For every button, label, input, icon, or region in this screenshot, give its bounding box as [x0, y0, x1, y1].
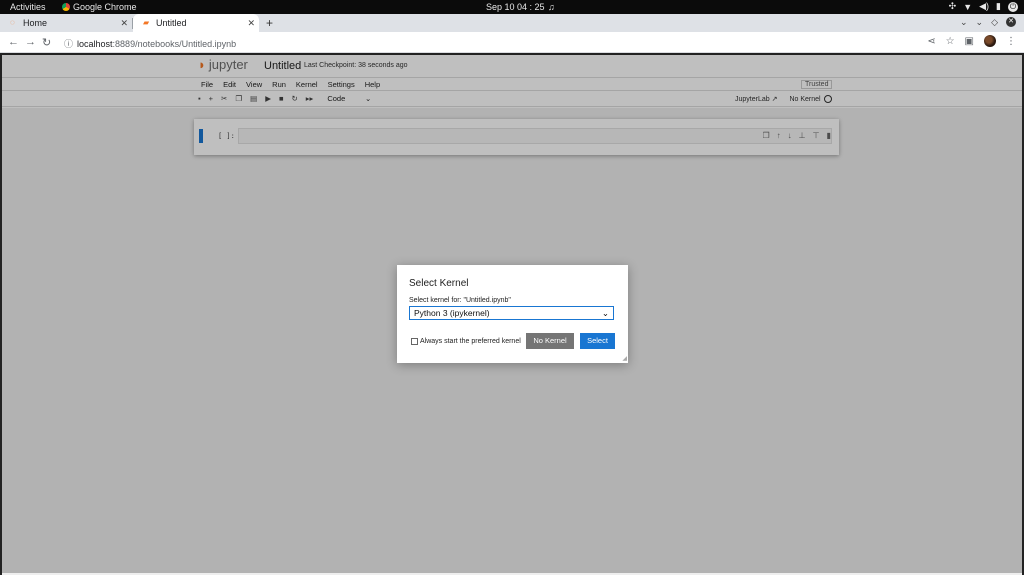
site-info-icon: ⓘ	[64, 39, 74, 49]
share-icon[interactable]: ⋖	[927, 36, 935, 47]
browser-actions: ⋖ ☆ ▣ ⋮	[927, 35, 1016, 47]
notebook-favicon-icon: ▰	[143, 18, 150, 27]
checkbox-box[interactable]	[411, 338, 418, 345]
minimize-icon[interactable]: ⌄	[976, 17, 984, 28]
chevron-down-icon: ⌄	[601, 307, 609, 318]
tab-label: Untitled	[156, 18, 187, 28]
new-tab-button[interactable]: +	[266, 16, 273, 30]
system-top-bar: Activities Google Chrome Sep 10 04 : 25 …	[0, 0, 1024, 14]
tab-search-icon[interactable]: ⌄	[960, 17, 968, 28]
close-tab-icon[interactable]: ✕	[120, 18, 128, 29]
tab-label: Home	[23, 18, 48, 28]
address-bar: ← → ↻ ⓘ localhost:8889/notebooks/Untitle…	[0, 32, 1024, 53]
dialog-title: Select Kernel	[409, 278, 469, 289]
tab-strip: ◌ Home ✕ ▰ Untitled ✕ + ⌄ ⌄ ◇ ✕	[0, 14, 1024, 32]
url-path: :8889/notebooks/Untitled.ipynb	[112, 38, 237, 49]
back-icon[interactable]: ←	[8, 36, 19, 48]
jupyter-favicon-icon: ◌	[10, 18, 15, 27]
select-kernel-dialog: Select Kernel Select kernel for: "Untitl…	[397, 265, 628, 363]
app-menu[interactable]: Google Chrome	[62, 2, 137, 12]
url-field[interactable]: ⓘ localhost:8889/notebooks/Untitled.ipyn…	[64, 37, 236, 50]
activities-button[interactable]: Activities	[10, 2, 46, 12]
checkbox-label: Always start the preferred kernel	[420, 338, 521, 345]
url-host: localhost	[77, 38, 113, 49]
no-kernel-button[interactable]: No Kernel	[526, 333, 574, 349]
chrome-icon	[62, 3, 70, 11]
preferred-kernel-checkbox[interactable]: Always start the preferred kernel	[411, 338, 521, 345]
app-name: Google Chrome	[73, 2, 137, 12]
bookmark-star-icon[interactable]: ☆	[946, 36, 955, 47]
battery-icon: ▮	[996, 1, 1001, 11]
kernel-select-value: Python 3 (ipykernel)	[414, 308, 490, 318]
window-controls: ⌄ ⌄ ◇ ✕	[960, 17, 1016, 28]
close-tab-icon[interactable]: ✕	[247, 18, 255, 29]
forward-icon[interactable]: →	[25, 36, 36, 48]
sidepanel-icon[interactable]: ▣	[965, 36, 974, 47]
select-button[interactable]: Select	[580, 333, 615, 349]
avatar[interactable]	[984, 35, 996, 47]
tab-untitled[interactable]: ▰ Untitled ✕	[133, 14, 259, 32]
wifi-icon: ▼	[963, 1, 973, 12]
system-tray[interactable]: ✣ ▼ ◀) ▮ ⏻	[949, 1, 1018, 12]
restore-icon[interactable]: ◇	[991, 17, 998, 28]
volume-icon: ◀)	[979, 1, 990, 11]
tab-home[interactable]: ◌ Home ✕	[0, 14, 132, 32]
close-window-icon[interactable]: ✕	[1006, 17, 1016, 27]
resize-handle-icon[interactable]: ◢	[622, 355, 627, 362]
power-icon: ⏻	[1008, 1, 1018, 12]
reload-icon[interactable]: ↻	[42, 36, 51, 49]
kernel-select-label: Select kernel for: "Untitled.ipynb"	[409, 297, 511, 304]
network-icon: ✣	[948, 1, 957, 11]
notification-bell-icon: ♫	[548, 2, 555, 12]
menu-kebab-icon[interactable]: ⋮	[1006, 36, 1016, 47]
clock[interactable]: Sep 10 04 : 25	[486, 2, 545, 12]
kernel-select[interactable]: Python 3 (ipykernel) ⌄	[409, 306, 614, 320]
